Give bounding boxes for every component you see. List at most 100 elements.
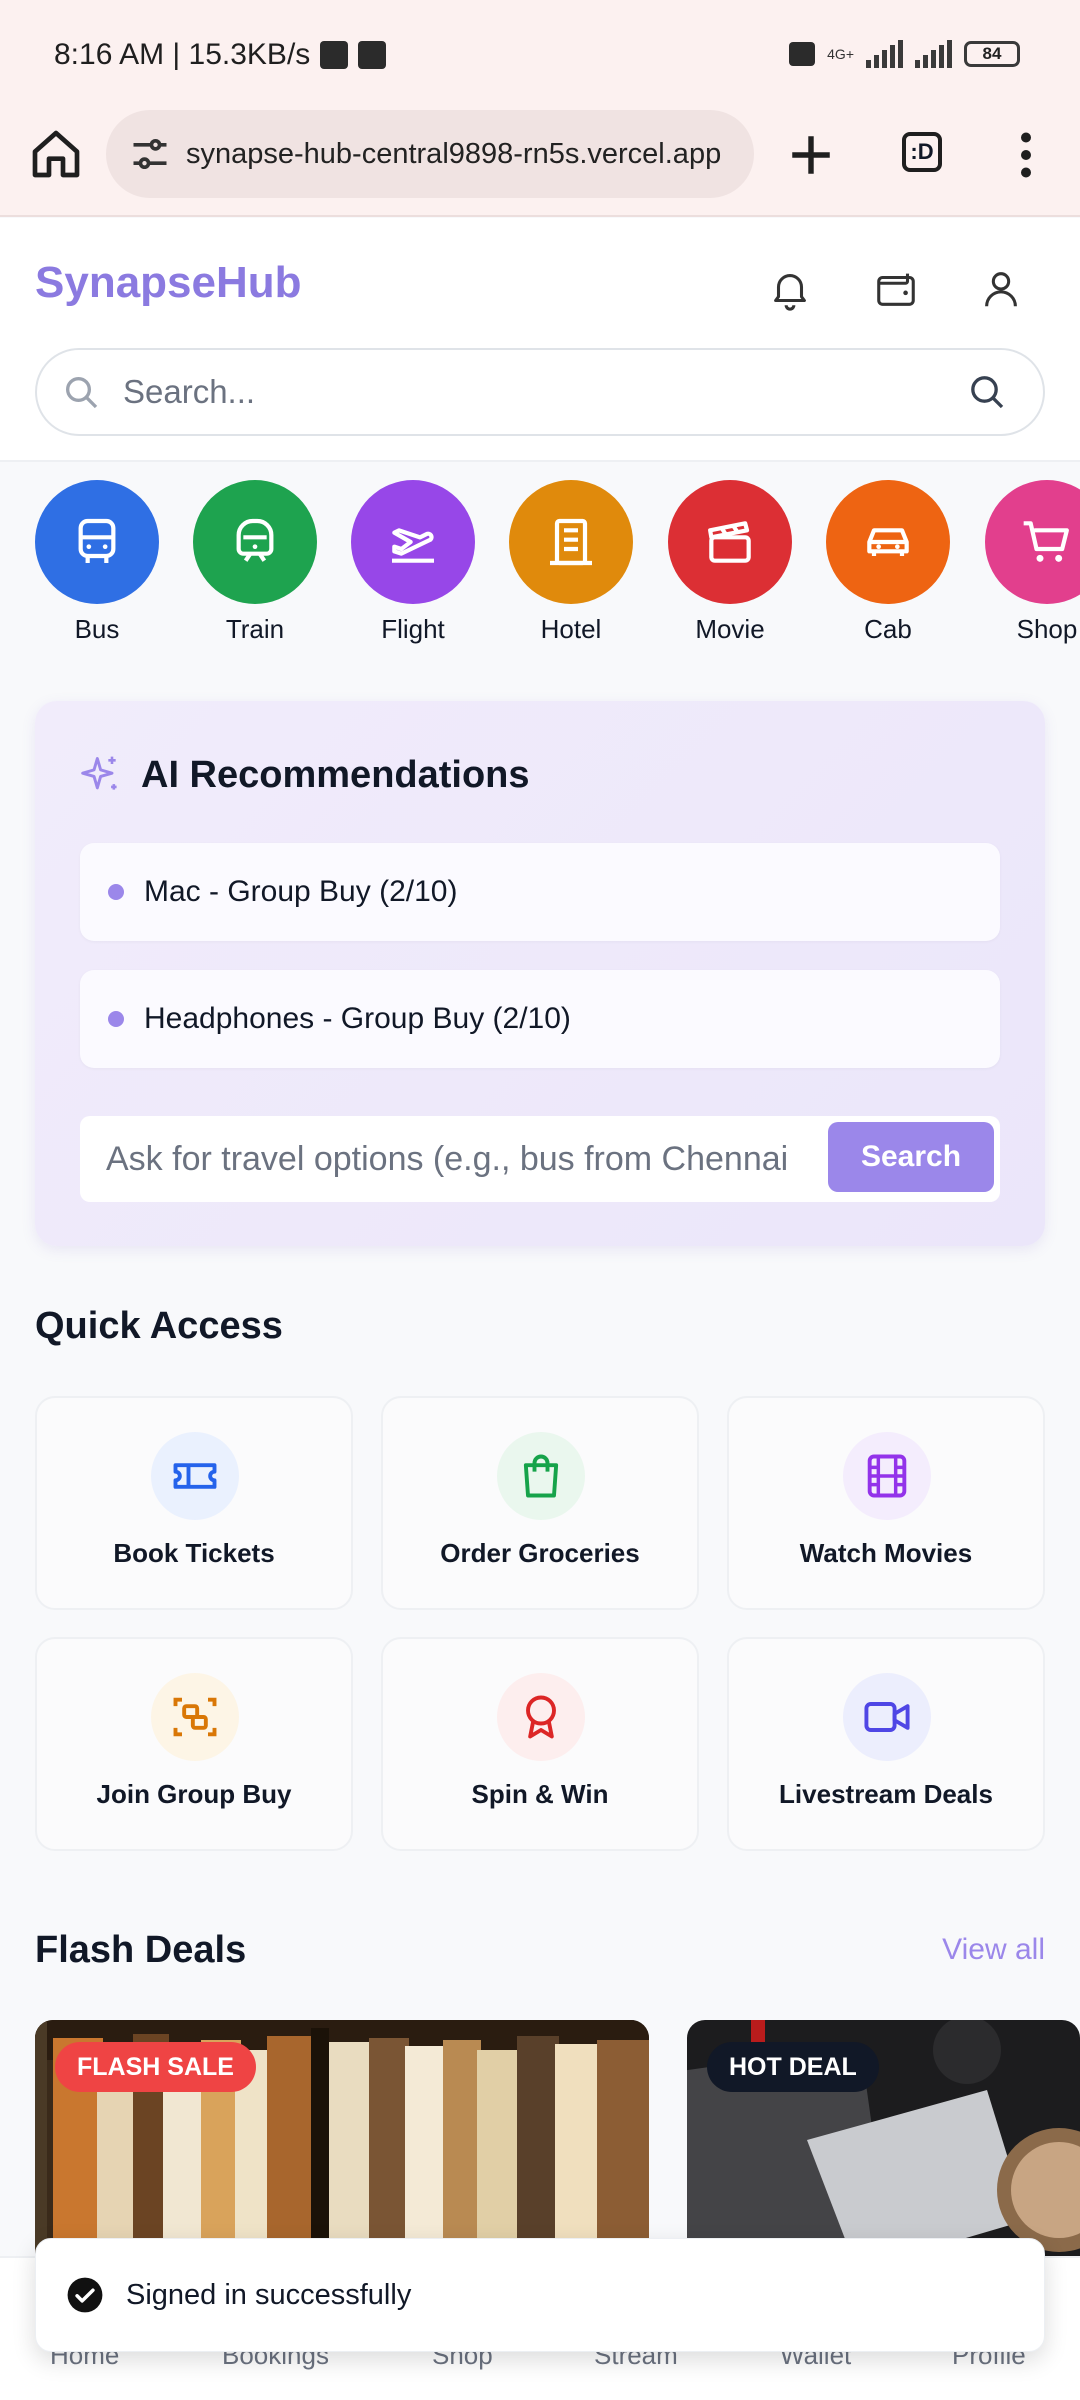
sparkles-icon <box>81 756 117 790</box>
category-bus[interactable]: Bus <box>35 480 159 645</box>
wallet-icon[interactable] <box>873 266 919 312</box>
search-icon <box>66 377 98 409</box>
qa-label: Spin & Win <box>471 1779 609 1809</box>
category-cab-circle <box>826 480 950 604</box>
category-label: Bus <box>74 614 120 644</box>
bullet-dot <box>108 884 124 900</box>
category-hotel[interactable]: Hotel <box>509 480 633 645</box>
category-bus-circle <box>35 480 159 604</box>
bullet-dot <box>108 1011 124 1027</box>
quick-access-title: Quick Access <box>35 1305 283 1347</box>
brand-logo[interactable]: SynapseHub <box>35 258 302 308</box>
category-shop[interactable]: Shop <box>985 480 1080 645</box>
qa-icon-bg <box>497 1432 585 1520</box>
clapperboard-icon <box>708 521 751 563</box>
deal-card-gadgets[interactable]: HOT DEAL <box>687 2020 1080 2260</box>
video-icon <box>864 1702 910 1732</box>
paytm-icon <box>358 41 387 69</box>
qa-icon-bg <box>843 1673 931 1761</box>
ai-search-button[interactable]: Search <box>828 1122 994 1192</box>
flash-deals-title: Flash Deals <box>35 1929 247 1971</box>
shopping-bag-icon <box>523 1454 559 1498</box>
more-menu-icon[interactable] <box>1014 130 1038 180</box>
status-bar-left: 8:16 AM | 15.3KB/s <box>54 38 387 72</box>
building-icon <box>550 518 592 566</box>
category-movie-circle <box>668 480 792 604</box>
category-label: Flight <box>381 614 445 644</box>
qa-icon-bg <box>151 1673 239 1761</box>
qa-join-group-buy[interactable]: Join Group Buy <box>35 1637 353 1851</box>
category-movie[interactable]: Movie <box>668 480 792 645</box>
site-settings-icon[interactable] <box>128 132 172 176</box>
category-strip: Bus Train Flight Hotel Movie Cab Shop <box>0 480 1080 650</box>
qa-label: Book Tickets <box>113 1538 275 1568</box>
ticket-icon <box>173 1463 217 1489</box>
deal-badge: FLASH SALE <box>55 2042 256 2092</box>
ai-card-title: AI Recommendations <box>141 753 530 796</box>
notification-icon <box>320 41 349 69</box>
user-icon[interactable] <box>978 266 1024 312</box>
category-train[interactable]: Train <box>193 480 317 645</box>
category-label: Train <box>225 614 285 644</box>
search-submit-icon[interactable] <box>967 372 1007 412</box>
category-label: Hotel <box>540 614 602 644</box>
category-flight[interactable]: Flight <box>351 480 475 645</box>
app-header: SynapseHub Search... <box>0 218 1080 462</box>
url-text: synapse-hub-central9898-rn5s.vercel.app <box>186 137 722 170</box>
status-time: 8:16 AM | 15.3KB/s <box>54 38 311 71</box>
plane-icon <box>392 528 434 563</box>
car-icon <box>867 528 909 556</box>
deal-badge: HOT DEAL <box>707 2042 879 2092</box>
home-icon[interactable] <box>28 126 84 182</box>
deal-card-clothes[interactable]: FLASH SALE <box>35 2020 649 2260</box>
signal-icon <box>866 40 903 68</box>
qa-label: Order Groceries <box>440 1538 640 1568</box>
search-input[interactable]: Search... <box>123 373 967 411</box>
search-bar[interactable]: Search... <box>35 348 1045 436</box>
category-train-circle <box>193 480 317 604</box>
qa-order-groceries[interactable]: Order Groceries <box>381 1396 699 1610</box>
status-bar-right: 4G+ 84 <box>789 40 1020 68</box>
group-icon <box>173 1697 217 1737</box>
browser-chrome: 8:16 AM | 15.3KB/s 4G+ 84 synapse-hub-ce… <box>0 0 1080 217</box>
category-label: Shop <box>1016 614 1078 644</box>
recommendation-item[interactable]: Headphones - Group Buy (2/10) <box>80 970 1000 1068</box>
ai-recommendations-card: AI Recommendations Mac - Group Buy (2/10… <box>35 701 1045 1246</box>
qa-icon-bg <box>151 1432 239 1520</box>
volte-icon <box>789 42 816 66</box>
view-all-link[interactable]: View all <box>942 1933 1045 1967</box>
toast-notification: Signed in successfully <box>35 2238 1045 2352</box>
qa-label: Join Group Buy <box>96 1779 292 1809</box>
train-icon <box>236 518 274 562</box>
qa-label: Watch Movies <box>799 1538 973 1568</box>
category-cab[interactable]: Cab <box>826 480 950 645</box>
check-circle-icon <box>67 2277 103 2313</box>
category-hotel-circle <box>509 480 633 604</box>
bell-icon[interactable] <box>767 266 813 312</box>
recommendation-text: Mac - Group Buy (2/10) <box>144 875 458 908</box>
category-shop-circle <box>985 480 1080 604</box>
network-type: 4G+ <box>827 46 854 62</box>
qa-book-tickets[interactable]: Book Tickets <box>35 1396 353 1610</box>
battery-icon: 84 <box>964 41 1020 67</box>
ai-ask-input[interactable]: Ask for travel options (e.g., bus from C… <box>106 1140 786 1179</box>
film-icon <box>867 1454 907 1498</box>
ai-ask-field[interactable]: Ask for travel options (e.g., bus from C… <box>80 1116 1000 1202</box>
tab-switcher-button[interactable]: :D <box>902 132 942 172</box>
qa-label: Livestream Deals <box>779 1779 993 1809</box>
ai-card-header: AI Recommendations <box>79 753 530 797</box>
bus-icon <box>78 518 116 563</box>
recommendation-item[interactable]: Mac - Group Buy (2/10) <box>80 843 1000 941</box>
cart-icon <box>1023 521 1069 562</box>
qa-spin-win[interactable]: Spin & Win <box>381 1637 699 1851</box>
address-bar[interactable]: synapse-hub-central9898-rn5s.vercel.app <box>106 110 754 198</box>
signal-2-icon <box>915 40 952 68</box>
category-flight-circle <box>351 480 475 604</box>
qa-livestream-deals[interactable]: Livestream Deals <box>727 1637 1045 1851</box>
qa-icon-bg <box>497 1673 585 1761</box>
recommendation-text: Headphones - Group Buy (2/10) <box>144 1002 571 1035</box>
new-tab-icon[interactable] <box>786 130 836 180</box>
award-icon <box>526 1695 556 1739</box>
qa-watch-movies[interactable]: Watch Movies <box>727 1396 1045 1610</box>
category-label: Movie <box>695 614 765 644</box>
